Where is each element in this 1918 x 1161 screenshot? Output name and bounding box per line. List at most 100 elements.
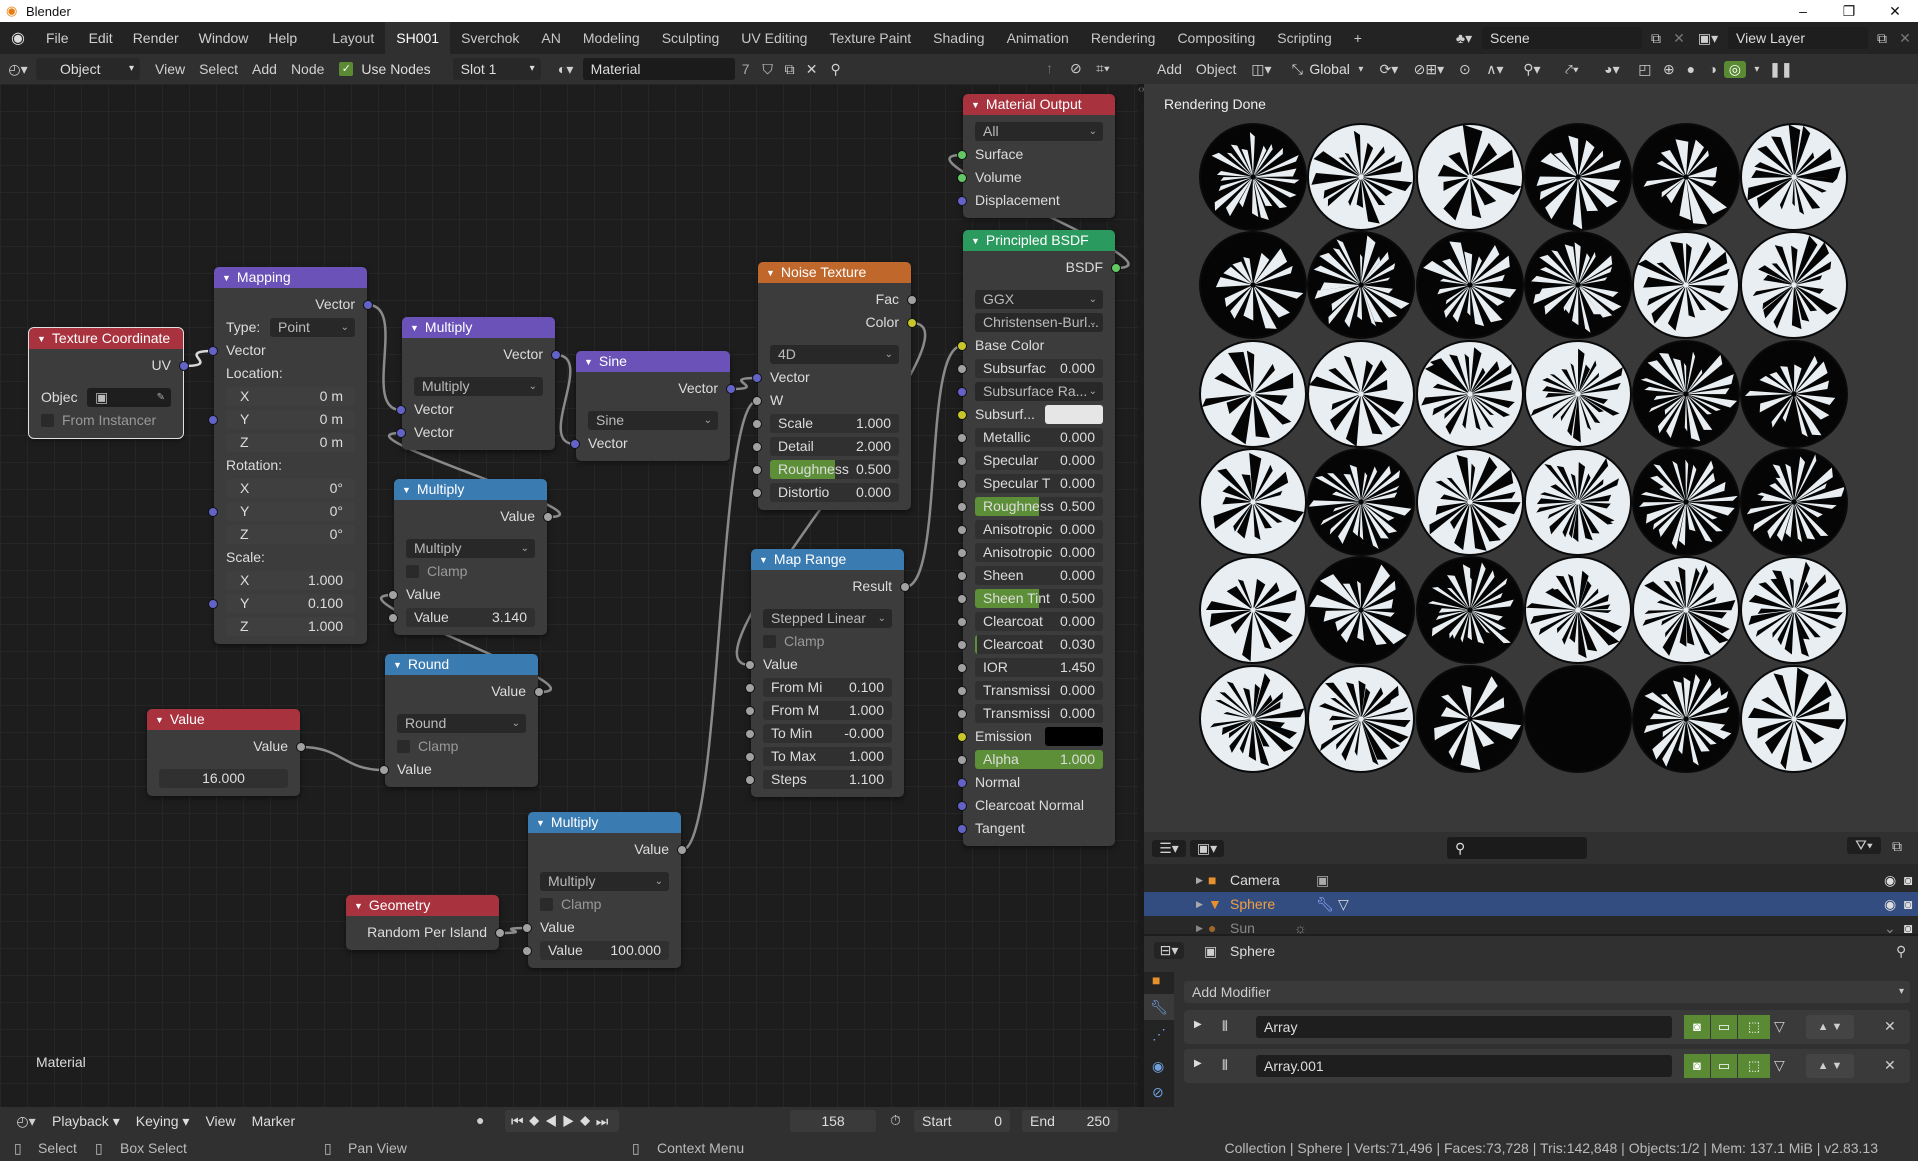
- dropdown[interactable]: Multiply ⌄: [414, 377, 543, 396]
- expand-arrow-icon[interactable]: ▶: [1196, 892, 1203, 916]
- socket-float[interactable]: [957, 686, 967, 696]
- number-field[interactable]: Roughness 0.500: [975, 497, 1103, 516]
- orientation-label[interactable]: Global: [1309, 61, 1349, 77]
- number-field[interactable]: Y 0°: [226, 502, 355, 521]
- node-maprange[interactable]: ▼ Map Range Result Stepped Linear ⌄ Clamp Valu…: [745, 549, 910, 797]
- socket-vector[interactable]: [957, 824, 967, 834]
- end-frame-field[interactable]: End 250: [1022, 1110, 1118, 1132]
- node-sine[interactable]: ▼ Sine Vector Sine ⌄ Vector: [570, 351, 736, 461]
- stopwatch-icon[interactable]: ⏱: [890, 1112, 901, 1129]
- number-field[interactable]: Value 3.140: [406, 608, 535, 627]
- tab-an[interactable]: AN: [530, 22, 571, 54]
- node-mult2[interactable]: ▼ Multiply Value Multiply ⌄ Clamp Value Value 3.…: [388, 479, 553, 635]
- number-field[interactable]: Scale 1.000: [770, 414, 899, 433]
- node-mult3[interactable]: ▼ Multiply Value Multiply ⌄ Clamp Value Value 10…: [522, 812, 687, 968]
- socket-vector[interactable]: [551, 350, 561, 360]
- dropdown[interactable]: Christensen-Burl... ⌄: [975, 313, 1103, 332]
- socket-float[interactable]: [957, 617, 967, 627]
- outliner-editor-type-icon[interactable]: ☰▾: [1152, 839, 1186, 857]
- add-workspace-button[interactable]: +: [1343, 22, 1373, 54]
- number-field[interactable]: X 0°: [226, 479, 355, 498]
- node-header[interactable]: ▼ Material Output: [963, 94, 1115, 115]
- checkbox[interactable]: [540, 898, 553, 911]
- number-field[interactable]: Transmissi 0.000: [975, 681, 1103, 700]
- socket-float[interactable]: [388, 590, 398, 600]
- number-field[interactable]: Specular 0.000: [975, 451, 1103, 470]
- number-field[interactable]: Z 1.000: [226, 617, 355, 636]
- modifier-wrench-icon[interactable]: 🔧︎: [1316, 892, 1334, 916]
- outliner-item-camera[interactable]: ▶ ■ Camera ▣ ◉ ◙: [1144, 868, 1918, 892]
- socket-float[interactable]: [752, 465, 762, 475]
- number-field[interactable]: Steps 1.100: [763, 770, 892, 789]
- current-frame-field[interactable]: 158: [790, 1110, 876, 1132]
- node-header[interactable]: ▼ Value: [147, 709, 300, 730]
- tab-uv-editing[interactable]: UV Editing: [730, 22, 818, 54]
- dropdown[interactable]: 4D ⌄: [770, 345, 899, 364]
- remove-modifier-button[interactable]: ✕: [1884, 1057, 1896, 1074]
- eyedropper-icon[interactable]: ✎: [157, 388, 165, 407]
- checkbox[interactable]: [41, 414, 54, 427]
- chevron-down-icon[interactable]: ▾: [1350, 64, 1372, 75]
- object-picker-field[interactable]: ▣ ✎: [87, 388, 171, 407]
- scene-field[interactable]: Scene: [1482, 27, 1642, 49]
- dropdown[interactable]: GGX ⌄: [975, 290, 1103, 309]
- minimize-button[interactable]: –: [1780, 0, 1826, 22]
- render-camera-icon[interactable]: ◙: [1904, 868, 1912, 892]
- node-noise[interactable]: ▼ Noise Texture Fac Color 4D ⌄ Vector W Scale 1.0…: [752, 262, 917, 510]
- socket-float[interactable]: [745, 706, 755, 716]
- collapse-triangle-icon[interactable]: ▼: [410, 323, 419, 333]
- start-frame-field[interactable]: Start 0: [914, 1110, 1010, 1132]
- filter-icon[interactable]: ⛛▾: [1847, 837, 1881, 854]
- node-header[interactable]: ▼ Multiply: [528, 812, 681, 833]
- collapse-triangle-icon[interactable]: ▼: [759, 555, 768, 565]
- socket-float[interactable]: [522, 946, 532, 956]
- menu-window[interactable]: Window: [189, 30, 259, 46]
- parent-node-arrow-icon[interactable]: ↑: [1046, 60, 1053, 76]
- overlays-icon[interactable]: ◕▾: [1592, 61, 1632, 78]
- view-layer-icon[interactable]: ▣▾: [1692, 30, 1724, 47]
- socket-vector[interactable]: [363, 300, 373, 310]
- remove-modifier-button[interactable]: ✕: [1884, 1018, 1896, 1035]
- socket-float[interactable]: [957, 571, 967, 581]
- socket-shader[interactable]: [957, 173, 967, 183]
- expand-panel-icon[interactable]: ▶: [1194, 1019, 1202, 1030]
- rendered-viewport[interactable]: Rendering Done: [1144, 84, 1918, 832]
- dropdown[interactable]: Multiply ⌄: [406, 539, 535, 558]
- number-field[interactable]: Z 0°: [226, 525, 355, 544]
- node-header[interactable]: ▼ Multiply: [394, 479, 547, 500]
- socket-float[interactable]: [957, 548, 967, 558]
- outliner-search-input[interactable]: ⚲: [1447, 837, 1587, 859]
- eye-icon[interactable]: ◉: [1884, 868, 1896, 892]
- tab-sh001[interactable]: SH001: [385, 22, 451, 54]
- socket-color[interactable]: [957, 732, 967, 742]
- color-swatch[interactable]: [1045, 405, 1103, 424]
- material-preview-icon[interactable]: ◑: [1702, 61, 1724, 77]
- collapse-triangle-icon[interactable]: ▼: [222, 273, 231, 283]
- node-bsdf[interactable]: ▼ Principled BSDF BSDF GGX ⌄ Christensen-Burl…: [957, 230, 1121, 846]
- menu-playback[interactable]: Playback ▾: [44, 1113, 128, 1130]
- number-field[interactable]: Clearcoat 0.000: [975, 612, 1103, 631]
- show-viewport-toggle[interactable]: ▭: [1711, 1054, 1737, 1078]
- tab-animation[interactable]: Animation: [996, 22, 1080, 54]
- tab-compositing[interactable]: Compositing: [1166, 22, 1266, 54]
- socket-color[interactable]: [957, 410, 967, 420]
- menu-keying[interactable]: Keying ▾: [128, 1113, 198, 1130]
- snap-mode-icon[interactable]: ⌗▾: [1096, 60, 1110, 77]
- blender-menu-icon[interactable]: ◉: [0, 28, 36, 48]
- editor-type-icon[interactable]: ◴▾: [0, 61, 36, 78]
- proportional-editing-icon[interactable]: ⊙: [1452, 61, 1478, 78]
- record-icon[interactable]: ●: [476, 1112, 484, 1128]
- socket-float[interactable]: [745, 683, 755, 693]
- socket-vector[interactable]: [752, 373, 762, 383]
- visibility-icon[interactable]: ⚲▾: [1512, 61, 1552, 78]
- falloff-icon[interactable]: ∧▾: [1478, 61, 1512, 78]
- dropdown[interactable]: Multiply ⌄: [540, 872, 669, 891]
- node-link[interactable]: [904, 344, 963, 589]
- modifier-name-field[interactable]: Array: [1256, 1016, 1672, 1038]
- menu-render[interactable]: Render: [123, 30, 189, 46]
- outliner-item-sphere[interactable]: ▶ ▼ Sphere 🔧︎ ▽ ◉ ◙: [1144, 892, 1918, 916]
- socket-color[interactable]: [957, 341, 967, 351]
- new-scene-icon[interactable]: ⧉: [1646, 30, 1666, 47]
- socket-vector[interactable]: [396, 405, 406, 415]
- tab-sculpting[interactable]: Sculpting: [651, 22, 731, 54]
